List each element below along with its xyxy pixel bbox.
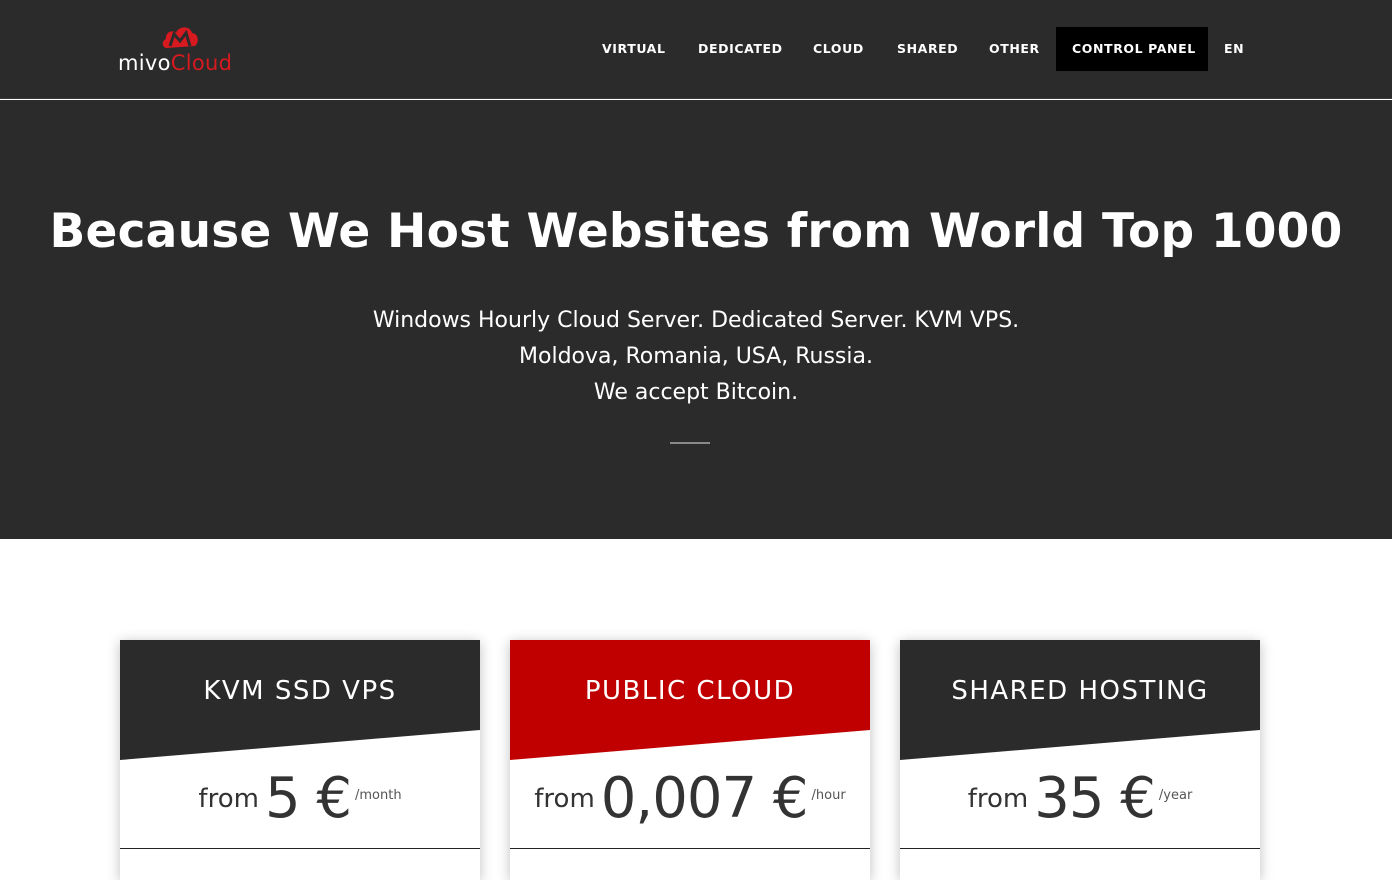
hero-section: Because We Host Websites from World Top … bbox=[0, 100, 1392, 539]
control-panel-button[interactable]: CONTROL PANEL bbox=[1056, 27, 1208, 71]
card-title: PUBLIC CLOUD bbox=[584, 676, 796, 706]
hero-title: Because We Host Websites from World Top … bbox=[49, 204, 1343, 259]
card-divider bbox=[120, 848, 480, 849]
card-price: from 0,007 € /hour bbox=[510, 766, 870, 832]
hero-divider bbox=[670, 442, 710, 444]
price-period: /year bbox=[1158, 788, 1193, 803]
price-from-label: from bbox=[967, 784, 1029, 814]
cloud-m-logo-icon bbox=[162, 27, 198, 48]
card-divider bbox=[510, 848, 870, 849]
hero-subtitle-line-3: We accept Bitcoin. bbox=[593, 380, 799, 405]
mivocloud-logo[interactable]: mivoCloud bbox=[118, 24, 242, 76]
card-price: from 35 € /year bbox=[900, 766, 1260, 832]
logo-text: mivoCloud bbox=[118, 51, 233, 75]
price-amount: 35 € bbox=[1034, 766, 1156, 831]
nav-other[interactable]: OTHER bbox=[989, 27, 1040, 71]
nav-virtual[interactable]: VIRTUAL bbox=[602, 27, 666, 71]
price-period: /month bbox=[355, 788, 402, 803]
price-period: /hour bbox=[811, 788, 846, 803]
nav-dedicated[interactable]: DEDICATED bbox=[698, 27, 783, 71]
price-amount: 0,007 € bbox=[600, 766, 809, 831]
pricing-card-vps[interactable]: KVM SSD VPS from 5 € /month bbox=[120, 640, 480, 880]
nav-shared[interactable]: SHARED bbox=[897, 27, 958, 71]
price-from-label: from bbox=[198, 784, 259, 814]
pricing-card-cloud[interactable]: PUBLIC CLOUD from 0,007 € /hour bbox=[510, 640, 870, 880]
nav-cloud[interactable]: CLOUD bbox=[813, 27, 864, 71]
card-price: from 5 € /month bbox=[120, 766, 480, 832]
language-selector[interactable]: EN bbox=[1224, 27, 1244, 71]
pricing-card-shared[interactable]: SHARED HOSTING from 35 € /year bbox=[900, 640, 1260, 880]
site-header: mivoCloud VIRTUAL DEDICATED CLOUD SHARED… bbox=[0, 0, 1392, 99]
hero-subtitle-line-2: Moldova, Romania, USA, Russia. bbox=[519, 344, 873, 369]
card-title: SHARED HOSTING bbox=[951, 676, 1209, 706]
card-title: KVM SSD VPS bbox=[203, 676, 397, 706]
price-from-label: from bbox=[534, 784, 595, 814]
price-amount: 5 € bbox=[264, 766, 352, 831]
hero-subtitle-line-1: Windows Hourly Cloud Server. Dedicated S… bbox=[372, 308, 1020, 333]
card-divider bbox=[900, 848, 1260, 849]
